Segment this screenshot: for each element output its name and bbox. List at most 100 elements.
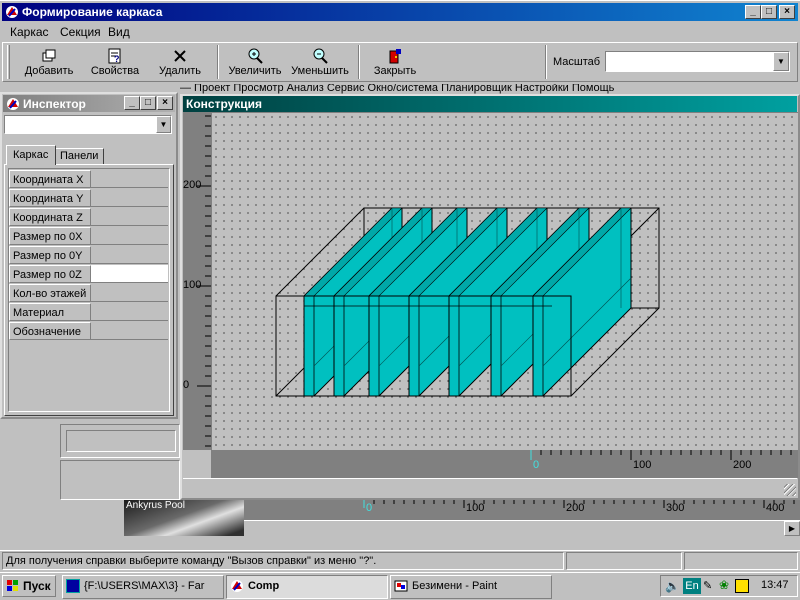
task-far-label: {F:\USERS\MAX\3} - Far: [84, 580, 205, 592]
zoom-in-button[interactable]: Увеличить: [224, 46, 286, 82]
prop-name-size-oz: Размер по 0Z: [9, 265, 91, 283]
menu-sektsiya[interactable]: Секция: [60, 25, 101, 39]
zoom-in-label: Увеличить: [228, 65, 282, 77]
prop-row-coord-y[interactable]: Координата Y: [9, 189, 168, 208]
v-ruler-label-100: 100: [183, 279, 202, 291]
prop-value-material[interactable]: [91, 303, 168, 321]
frame-panels: [276, 207, 632, 397]
menu-vid[interactable]: Вид: [108, 25, 130, 39]
background-field-3: [60, 460, 180, 500]
prop-value-designation[interactable]: [91, 322, 168, 340]
tray-monitor-icon[interactable]: [735, 579, 749, 593]
background-ruler-labels: 0 100 200 300 400: [244, 502, 800, 518]
task-paint[interactable]: Безимени - Paint: [390, 575, 552, 599]
bg-scroll-right[interactable]: ▶: [784, 521, 800, 536]
tab-karkas-label: Каркас: [13, 149, 49, 161]
main-window-title: Формирование каркаса: [22, 5, 163, 19]
prop-name-coord-z: Координата Z: [9, 208, 91, 226]
tab-paneli[interactable]: Панели: [56, 148, 104, 164]
close-tool-button[interactable]: Закрыть: [366, 46, 424, 82]
inspector-close-button[interactable]: ×: [157, 96, 173, 110]
h-ruler-label-100: 100: [633, 459, 652, 471]
tray-app-icon[interactable]: ✎: [703, 579, 712, 592]
zoom-out-icon: [313, 48, 328, 64]
exit-door-icon: [389, 49, 401, 64]
prop-row-coord-z[interactable]: Координата Z: [9, 208, 168, 227]
prop-name-coord-y: Координата Y: [9, 189, 91, 207]
h-ruler-label-200: 200: [733, 459, 752, 471]
main-minimize-button[interactable]: _: [745, 5, 761, 19]
main-title-bar[interactable]: Формирование каркаса _ □ ×: [2, 3, 798, 21]
prop-row-material[interactable]: Материал: [9, 303, 168, 322]
system-tray: 🔈 En ✎ ❀ 13:47: [660, 575, 798, 597]
prop-value-size-oz[interactable]: [91, 265, 168, 283]
prop-row-designation[interactable]: Обозначение: [9, 322, 168, 341]
scale-dropdown-button[interactable]: ▼: [773, 52, 789, 71]
prop-value-coord-y[interactable]: [91, 189, 168, 207]
main-maximize-button[interactable]: □: [761, 5, 777, 19]
status-panel-2: [566, 552, 682, 570]
properties-label: Свойства: [90, 65, 140, 77]
scale-label: Масштаб: [553, 56, 601, 68]
prop-value-size-oy[interactable]: [91, 246, 168, 264]
inspector-object-combobox[interactable]: ▼: [4, 115, 172, 134]
background-menu-fragments: — Проект Просмотр Анализ Сервис Окно/сис…: [180, 84, 800, 94]
prop-value-coord-x[interactable]: [91, 170, 168, 188]
delete-icon: [174, 50, 186, 62]
svg-text:?: ?: [114, 54, 120, 64]
language-indicator[interactable]: En: [683, 578, 701, 594]
tab-karkas[interactable]: Каркас: [6, 145, 56, 165]
prop-value-coord-z[interactable]: [91, 208, 168, 226]
task-far[interactable]: {F:\USERS\MAX\3} - Far: [62, 575, 224, 599]
delete-button[interactable]: Удалить: [150, 46, 210, 82]
status-panel-3: [684, 552, 798, 570]
task-comp[interactable]: Comp: [226, 575, 388, 599]
prop-value-floors[interactable]: [91, 284, 168, 302]
resize-grip-icon[interactable]: [784, 484, 796, 496]
start-button[interactable]: Пуск: [2, 575, 56, 597]
inspector-title: Инспектор: [23, 97, 86, 111]
bg-ruler-label-200: 200: [566, 502, 585, 514]
prop-name-floors: Кол-во этажей: [9, 284, 91, 302]
construction-title: Конструкция: [186, 97, 263, 111]
inspector-dropdown-button[interactable]: ▼: [156, 116, 171, 133]
task-comp-label: Comp: [248, 580, 280, 592]
bg-ruler-label-300: 300: [666, 502, 685, 514]
zoom-out-label: Уменьшить: [291, 65, 349, 77]
status-text-panel: Для получения справки выберите команду "…: [2, 552, 564, 570]
bg-ruler-label-0: 0: [366, 502, 373, 514]
prop-row-size-oz[interactable]: Размер по 0Z: [9, 265, 168, 284]
tray-network-icon[interactable]: ❀: [719, 578, 729, 592]
prop-value-size-ox[interactable]: [91, 227, 168, 245]
prop-row-floors[interactable]: Кол-во этажей: [9, 284, 168, 303]
inspector-maximize-button[interactable]: □: [140, 96, 156, 110]
comp-logo-icon: [231, 580, 243, 592]
prop-row-size-ox[interactable]: Размер по 0X: [9, 227, 168, 246]
toolbar-separator-3: [545, 45, 547, 79]
main-close-button[interactable]: ×: [779, 5, 795, 19]
bg-ruler-label-100: 100: [466, 502, 485, 514]
properties-button[interactable]: ? Свойства: [84, 46, 146, 82]
prop-row-coord-x[interactable]: Координата X: [9, 170, 168, 189]
inspector-title-bar[interactable]: Инспектор _ □ ×: [3, 95, 175, 112]
inspector-minimize-button[interactable]: _: [124, 96, 140, 110]
construction-canvas[interactable]: [211, 112, 798, 450]
prop-name-designation: Обозначение: [9, 322, 91, 340]
prop-row-size-oy[interactable]: Размер по 0Y: [9, 246, 168, 265]
background-hscrollbar[interactable]: [244, 520, 800, 536]
app-logo-icon: [6, 6, 18, 18]
toolbar-grip: [7, 45, 10, 79]
far-icon: [66, 579, 80, 593]
add-button[interactable]: Добавить: [18, 46, 80, 82]
scale-combobox[interactable]: ▼: [605, 51, 790, 72]
tab-paneli-label: Панели: [60, 150, 99, 162]
zoom-out-button[interactable]: Уменьшить: [288, 46, 352, 82]
h-ruler-label-0: 0: [533, 459, 540, 471]
construction-hscrollbar[interactable]: [183, 478, 797, 496]
construction-title-bar[interactable]: Конструкция: [183, 96, 797, 112]
speaker-icon[interactable]: 🔈: [665, 579, 680, 593]
menu-karkas[interactable]: Каркас: [10, 25, 49, 39]
construction-vertical-ruler: 200 100 0: [183, 112, 211, 450]
toolbar-separator-1: [217, 45, 219, 79]
background-strip: [0, 536, 800, 550]
